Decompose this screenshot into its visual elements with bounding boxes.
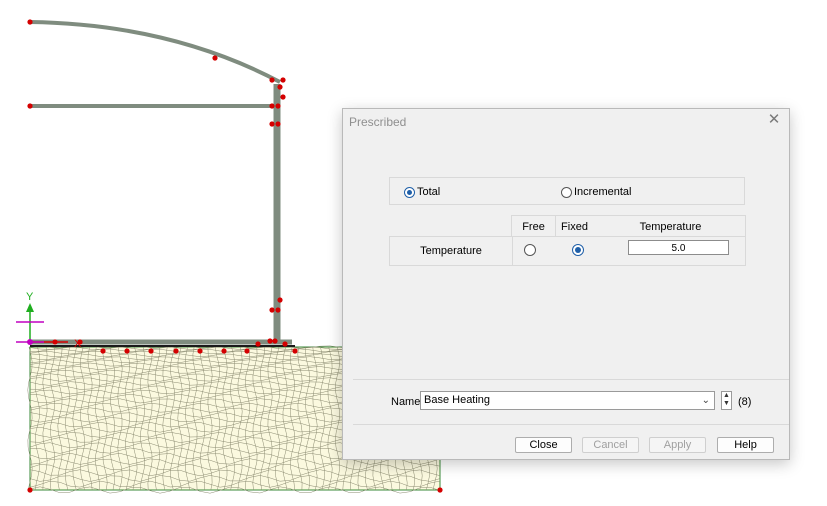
chevron-down-icon: ⌄ [701, 395, 710, 406]
node-marker [275, 121, 281, 127]
node-marker [148, 348, 154, 354]
incremental-label: Incremental [574, 186, 632, 198]
node-marker [221, 348, 227, 354]
col-free: Free [522, 221, 545, 233]
incremental-radio[interactable] [561, 186, 572, 198]
node-marker [272, 338, 278, 344]
node-marker [100, 348, 106, 354]
close-icon[interactable]: ✕ [765, 111, 783, 129]
x-axis-label: X [74, 338, 82, 350]
spin-up-icon[interactable]: ▲ [722, 392, 731, 400]
total-option[interactable]: Total [404, 186, 440, 198]
col-temperature: Temperature [639, 221, 702, 233]
node-marker [269, 103, 275, 109]
temperature-input[interactable]: 5.0 [628, 240, 729, 255]
node-marker [277, 84, 283, 90]
node-marker [269, 77, 275, 83]
node-marker [292, 348, 298, 354]
total-label: Total [417, 186, 441, 198]
total-radio[interactable] [404, 186, 415, 198]
name-panel: Name Base Heating ⌄ ▲ ▼ (8) [353, 379, 789, 425]
apply-button[interactable]: Apply [649, 437, 706, 453]
node-marker [27, 487, 33, 493]
node-marker [267, 338, 273, 344]
node-marker [275, 103, 281, 109]
node-marker [269, 121, 275, 127]
incremental-option[interactable]: Incremental [561, 186, 631, 198]
node-marker [173, 348, 179, 354]
node-marker [27, 19, 33, 25]
roof-arch [29, 20, 281, 84]
y-axis-label: Y [26, 291, 34, 303]
spin-down-icon[interactable]: ▼ [722, 400, 731, 408]
node-marker [244, 348, 250, 354]
node-marker [437, 487, 443, 493]
structure [29, 20, 295, 347]
node-marker [277, 297, 283, 303]
y-axis-arrow [26, 303, 34, 312]
node-marker [212, 55, 218, 61]
prescribed-dialog: Prescribed ✕ Total Incremental Free Fixe… [342, 108, 790, 460]
node-marker [27, 103, 33, 109]
mode-group: Total Incremental [389, 177, 745, 205]
name-label: Name [391, 396, 421, 408]
name-spinner[interactable]: ▲ ▼ [721, 391, 732, 410]
table-header: Free Fixed Temperature [511, 215, 746, 236]
name-value: Base Heating [424, 394, 491, 406]
node-marker [124, 348, 130, 354]
help-button[interactable]: Help [717, 437, 774, 453]
table-row: Temperature 5.0 [389, 236, 746, 266]
name-count: (8) [738, 396, 752, 408]
origin-point [27, 339, 33, 345]
node-marker [275, 307, 281, 313]
node-marker [255, 341, 261, 347]
close-button[interactable]: Close [515, 437, 572, 453]
cancel-button[interactable]: Cancel [582, 437, 639, 453]
row-label: Temperature [420, 245, 482, 257]
name-select[interactable]: Base Heating ⌄ [420, 391, 715, 410]
node-marker [269, 307, 275, 313]
node-marker [280, 94, 286, 100]
node-marker [197, 348, 203, 354]
node-marker [282, 341, 288, 347]
col-fixed: Fixed [561, 221, 588, 233]
dialog-title: Prescribed [349, 115, 407, 129]
node-marker [280, 77, 286, 83]
